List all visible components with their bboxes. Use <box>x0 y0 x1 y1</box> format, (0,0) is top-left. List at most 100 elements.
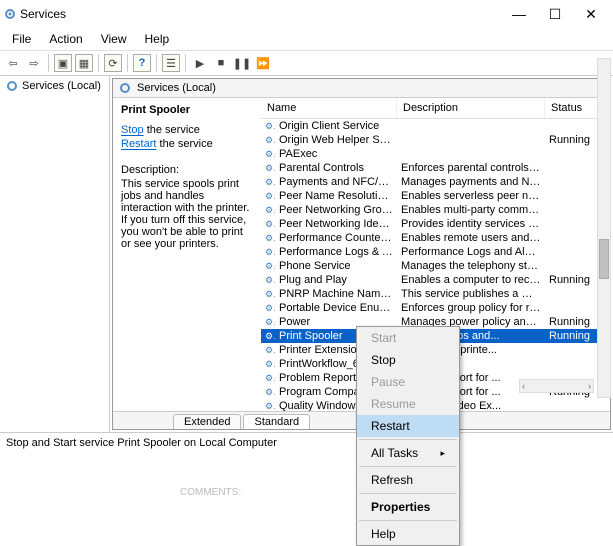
service-name: Peer Name Resolution Prot... <box>275 190 397 202</box>
service-name: Peer Networking Identity M... <box>275 218 397 230</box>
service-row[interactable]: ⚙PAExec <box>261 147 610 161</box>
ctx-refresh[interactable]: Refresh <box>357 469 459 491</box>
desc-text: This service spools print jobs and handl… <box>121 178 253 250</box>
context-menu: Start Stop Pause Resume Restart All Task… <box>356 326 460 546</box>
stop-link[interactable]: Stop <box>121 124 144 136</box>
services-tree-icon <box>6 80 18 92</box>
service-icon: ⚙ <box>261 261 275 272</box>
minimize-button[interactable]: — <box>501 2 537 26</box>
service-row[interactable]: ⚙Parental ControlsEnforces parental cont… <box>261 161 610 175</box>
refresh-button[interactable]: ⟳ <box>104 54 122 72</box>
ctx-all-tasks[interactable]: All Tasks <box>357 442 459 464</box>
service-icon: ⚙ <box>261 191 275 202</box>
pause-service-button[interactable]: ❚❚ <box>233 54 251 72</box>
service-row[interactable]: ⚙Performance Counter DLL ...Enables remo… <box>261 231 610 245</box>
service-icon: ⚙ <box>261 163 275 174</box>
col-status[interactable]: Status <box>545 98 601 118</box>
toolbar: ⇦ ⇨ ▣ ▦ ⟳ ? ☰ ▶ ■ ❚❚ ⏩ <box>0 51 613 76</box>
properties-button[interactable]: ☰ <box>162 54 180 72</box>
service-icon: ⚙ <box>261 135 275 146</box>
service-name: Plug and Play <box>275 274 397 286</box>
service-name: PNRP Machine Name Publi... <box>275 288 397 300</box>
service-desc: Provides identity services for the ... <box>397 218 545 230</box>
service-name: Origin Client Service <box>275 120 397 132</box>
list-header: Services (Local) <box>113 79 610 98</box>
service-desc: Enables multi-party communicat... <box>397 204 545 216</box>
service-row[interactable]: ⚙Peer Networking Identity M...Provides i… <box>261 217 610 231</box>
service-status: Running <box>545 316 601 328</box>
service-row[interactable]: ⚙Peer Name Resolution Prot...Enables ser… <box>261 189 610 203</box>
service-desc: Enforces group policy for remov... <box>397 302 545 314</box>
service-name: PAExec <box>275 148 397 160</box>
service-icon: ⚙ <box>261 345 275 356</box>
stop-suffix: the service <box>144 124 200 136</box>
service-row[interactable]: ⚙Plug and PlayEnables a computer to reco… <box>261 273 610 287</box>
ctx-pause[interactable]: Pause <box>357 371 459 393</box>
service-name: Portable Device Enumerator... <box>275 302 397 314</box>
service-status: Running <box>545 330 601 342</box>
service-icon: ⚙ <box>261 303 275 314</box>
service-icon: ⚙ <box>261 121 275 132</box>
service-desc: Performance Logs and Alerts Col... <box>397 246 545 258</box>
stop-service-button[interactable]: ■ <box>212 54 230 72</box>
menu-help[interactable]: Help <box>137 30 178 48</box>
help-button[interactable]: ? <box>133 54 151 72</box>
service-icon: ⚙ <box>261 233 275 244</box>
menu-view[interactable]: View <box>93 30 135 48</box>
service-name: Origin Web Helper Service <box>275 134 397 146</box>
menu-bar: File Action View Help <box>0 28 613 51</box>
service-name: Payments and NFC/SE Man... <box>275 176 397 188</box>
service-status: Running <box>545 134 601 146</box>
service-row[interactable]: ⚙Phone ServiceManages the telephony stat… <box>261 259 610 273</box>
detail-title: Print Spooler <box>121 104 253 116</box>
ctx-properties[interactable]: Properties <box>357 496 459 518</box>
service-icon: ⚙ <box>261 359 275 370</box>
restart-suffix: the service <box>156 138 212 150</box>
service-desc: Enforces parental controls for chi... <box>397 162 545 174</box>
tree-root-item[interactable]: Services (Local) <box>2 78 107 94</box>
list-header-title: Services (Local) <box>137 82 216 94</box>
service-row[interactable]: ⚙Peer Networking GroupingEnables multi-p… <box>261 203 610 217</box>
service-name: Phone Service <box>275 260 397 272</box>
horizontal-scrollbar[interactable]: ‹› <box>519 379 594 393</box>
title-bar: Services — ☐ ✕ <box>0 0 613 28</box>
back-button[interactable]: ⇦ <box>4 54 22 72</box>
ctx-stop[interactable]: Stop <box>357 349 459 371</box>
menu-action[interactable]: Action <box>41 30 90 48</box>
start-service-button[interactable]: ▶ <box>191 54 209 72</box>
vertical-scrollbar[interactable] <box>597 58 611 398</box>
close-button[interactable]: ✕ <box>573 2 609 26</box>
tab-extended[interactable]: Extended <box>173 414 241 429</box>
menu-file[interactable]: File <box>4 30 39 48</box>
service-name: Peer Networking Grouping <box>275 204 397 216</box>
show-hide-button[interactable]: ▣ <box>54 54 72 72</box>
col-name[interactable]: Name <box>261 98 397 118</box>
export-button[interactable]: ▦ <box>75 54 93 72</box>
tab-standard[interactable]: Standard <box>243 414 310 429</box>
service-desc: Enables serverless peer name res... <box>397 190 545 202</box>
ctx-start[interactable]: Start <box>357 327 459 349</box>
service-desc: Enables remote users and 64-bit ... <box>397 232 545 244</box>
column-headers: Name Description Status <box>261 98 610 119</box>
service-row[interactable]: ⚙Portable Device Enumerator...Enforces g… <box>261 301 610 315</box>
service-row[interactable]: ⚙Origin Client Service <box>261 119 610 133</box>
tree-pane: Services (Local) <box>0 76 110 432</box>
maximize-button[interactable]: ☐ <box>537 2 573 26</box>
col-description[interactable]: Description <box>397 98 545 118</box>
ctx-help[interactable]: Help <box>357 523 459 545</box>
service-icon: ⚙ <box>261 219 275 230</box>
scroll-thumb[interactable] <box>599 239 609 279</box>
service-icon: ⚙ <box>261 289 275 300</box>
restart-link[interactable]: Restart <box>121 138 156 150</box>
service-icon: ⚙ <box>261 247 275 258</box>
service-row[interactable]: ⚙Origin Web Helper Service Running <box>261 133 610 147</box>
service-row[interactable]: ⚙Performance Logs & AlertsPerformance Lo… <box>261 245 610 259</box>
ctx-restart[interactable]: Restart <box>357 415 459 437</box>
ctx-resume[interactable]: Resume <box>357 393 459 415</box>
forward-button[interactable]: ⇨ <box>25 54 43 72</box>
restart-service-button[interactable]: ⏩ <box>254 54 272 72</box>
detail-pane: Print Spooler Stop the service Restart t… <box>113 98 261 411</box>
service-row[interactable]: ⚙Payments and NFC/SE Man...Manages payme… <box>261 175 610 189</box>
service-icon: ⚙ <box>261 177 275 188</box>
service-row[interactable]: ⚙PNRP Machine Name Publi...This service … <box>261 287 610 301</box>
